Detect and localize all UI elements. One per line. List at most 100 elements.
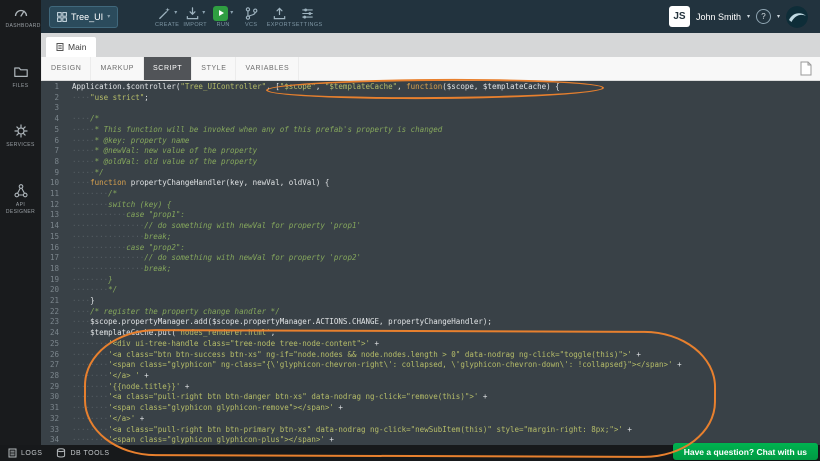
code-line: 11········/* [41,189,820,200]
code-line: 13············case "prop1": [41,210,820,221]
code-line: 29········'{{node.title}}' + [41,382,820,393]
line-number: 32 [41,414,67,425]
avatar-image [786,6,808,28]
chevron-down-icon: ▾ [777,14,780,20]
page-icon [56,42,64,52]
create-button[interactable]: ▾ CREATE [154,5,180,28]
code-line: 23····$scope.propertyManager.add($scope.… [41,317,820,328]
chevron-down-icon: ▾ [202,10,205,16]
vcs-button[interactable]: VCS [238,5,264,28]
code-line: 3 [41,103,820,114]
db-tools-button[interactable]: DB TOOLS [56,448,109,458]
code-line: 21····} [41,296,820,307]
line-number: 11 [41,189,67,200]
toolbar-item-label: RUN [217,22,230,28]
document-icon[interactable] [800,61,812,76]
sidebar-item-dashboard[interactable]: DASHBOARD [6,4,36,31]
toolbar-item-label: VCS [245,22,258,28]
code-line: 6·····* @key: property name [41,136,820,147]
line-number: 4 [41,114,67,125]
tab-main[interactable]: Main [46,37,96,57]
line-number: 17 [41,253,67,264]
settings-button[interactable]: SETTINGS [294,5,320,28]
sidebar-item-files[interactable]: FILES [6,64,36,91]
subtab-label: VARIABLES [245,65,289,72]
code-line: 17················// do something with n… [41,253,820,264]
toolbar-item-label: CREATE [155,22,179,28]
project-name: Tree_UI [71,12,103,22]
code-line: 31········'<span class="glyphicon glyphi… [41,403,820,414]
code-line: 18················break; [41,264,820,275]
code-line: 9·····*/ [41,168,820,179]
run-button[interactable]: ▾ RUN [210,5,236,28]
code-line: 33········'<a class="pull-right btn btn-… [41,425,820,436]
help-label: ? [761,12,765,21]
subtab-label: MARKUP [100,65,134,72]
subtab-label: DESIGN [51,65,81,72]
sidebar-item-label: SERVICES [6,142,36,150]
database-icon [56,448,66,458]
tab-script[interactable]: SCRIPT [144,57,192,80]
editor-tab-strip: Main [41,33,820,57]
code-editor[interactable]: 1Application.$controller("Tree_UIControl… [41,81,820,445]
line-number: 20 [41,285,67,296]
help-button[interactable]: ? [756,9,771,24]
line-number: 16 [41,243,67,254]
chevron-down-icon: ▾ [747,14,750,20]
chevron-down-icon: ▾ [230,10,233,16]
line-number: 34 [41,435,67,445]
code-line: 32········'</a>' + [41,414,820,425]
line-number: 22 [41,307,67,318]
line-number: 6 [41,136,67,147]
import-button[interactable]: ▾ IMPORT [182,5,208,28]
chat-button[interactable]: Have a question? Chat with us [673,443,818,460]
code-line: 8·····* @oldVal: old value of the proper… [41,157,820,168]
line-number: 25 [41,339,67,350]
code-line: 16············case "prop2": [41,243,820,254]
tab-markup[interactable]: MARKUP [91,57,144,80]
code-line: 22····/* register the property change ha… [41,307,820,318]
export-button[interactable]: EXPORT [266,5,292,28]
user-name[interactable]: John Smith [696,12,741,22]
line-number: 18 [41,264,67,275]
code-line: 2····"use strict"; [41,93,820,104]
user-initials-badge[interactable]: JS [669,6,690,27]
topbar-right-cluster: JS John Smith ▾ ? ▾ [669,6,808,28]
wavemaker-studio-window: DASHBOARD FILES SERVICES API DESIGNER Tr… [0,0,820,461]
toolbar-menu: ▾ CREATE ▾ IMPORT ▾ RUN [154,5,320,28]
code-line: 30········'<a class="pull-right btn btn-… [41,392,820,403]
line-number: 14 [41,221,67,232]
line-number: 9 [41,168,67,179]
code-line: 25········'<div ui-tree-handle class="tr… [41,339,820,350]
project-grid-icon [57,12,67,22]
tab-style[interactable]: STYLE [192,57,236,80]
project-selector[interactable]: Tree_UI ▾ [49,6,118,28]
subtab-label: STYLE [201,65,226,72]
branch-icon [244,6,259,21]
logs-icon [8,448,17,458]
code-line: 10····function propertyChangeHandler(key… [41,178,820,189]
line-number: 29 [41,382,67,393]
code-line: 20········*/ [41,285,820,296]
gear-icon [13,123,29,139]
logs-button[interactable]: LOGS [8,448,42,458]
tab-design[interactable]: DESIGN [41,57,91,80]
line-number: 15 [41,232,67,243]
code-line: 7·····* @newVal: new value of the proper… [41,146,820,157]
toolbar-item-label: SETTINGS [292,22,323,28]
code-line: 27········'<span class="glyphicon" ng-cl… [41,360,820,371]
line-number: 30 [41,392,67,403]
line-number: 7 [41,146,67,157]
magic-wand-icon [157,6,172,21]
sidebar-item-label: DASHBOARD [6,23,36,31]
line-number: 26 [41,350,67,361]
line-number: 10 [41,178,67,189]
toolbar-item-label: IMPORT [183,22,207,28]
tab-variables[interactable]: VARIABLES [236,57,299,80]
line-number: 3 [41,103,67,114]
chevron-down-icon: ▾ [107,14,110,20]
sidebar-item-api-designer[interactable]: API DESIGNER [6,183,36,217]
line-number: 28 [41,371,67,382]
avatar[interactable] [786,6,808,28]
sidebar-item-services[interactable]: SERVICES [6,123,36,150]
